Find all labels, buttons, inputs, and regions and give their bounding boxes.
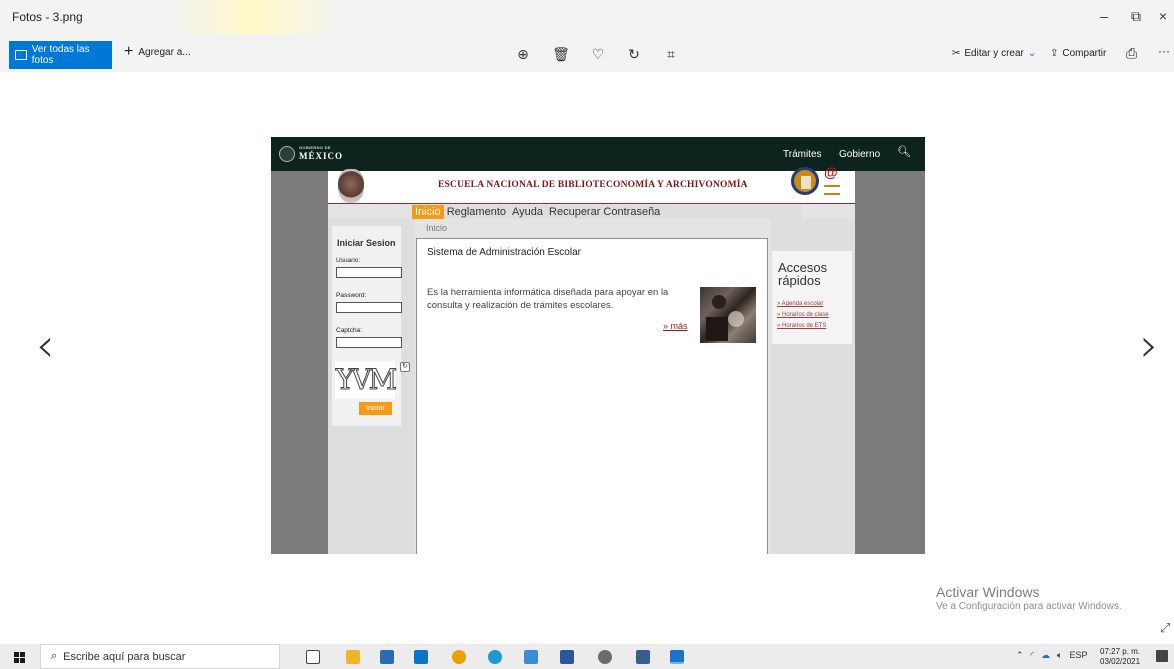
cloud-icon[interactable]: ☁ <box>1041 650 1050 661</box>
gov-gobierno-link[interactable]: Gobierno <box>839 149 880 160</box>
plus-icon: + <box>124 43 134 60</box>
menu-item-reglamento[interactable]: Reglamento <box>444 205 509 219</box>
chevron-down-icon: ⌄ <box>1027 48 1037 59</box>
main-title: Sistema de Administración Escolar <box>427 247 581 258</box>
previous-arrow-icon[interactable]: ‹ <box>36 318 54 372</box>
breadcrumb: Inicio <box>426 223 448 233</box>
share-button[interactable]: ⇪ Compartir <box>1050 48 1106 59</box>
agenda-link[interactable]: » Agenda escolar <box>777 301 823 307</box>
photos-icon <box>15 50 27 60</box>
next-arrow-icon[interactable]: › <box>1140 318 1158 372</box>
enba-logo-icon <box>791 167 819 195</box>
photo-content: GOBIERNO DE MÉXICO Trámites Gobierno 🔍︎ … <box>271 137 925 554</box>
at-logo-icon: @ <box>824 164 838 180</box>
windows-start-icon[interactable] <box>14 652 26 663</box>
search-icon: ⌕ <box>51 650 58 662</box>
activate-windows-subtitle: Ve a Configuración para activar Windows. <box>936 601 1122 612</box>
paint-icon[interactable] <box>598 650 612 664</box>
edge-icon[interactable] <box>488 650 502 664</box>
password-input[interactable] <box>336 302 402 313</box>
students-photo <box>700 287 756 343</box>
photos-app-icon[interactable] <box>670 650 684 664</box>
gov-seal-icon <box>279 146 295 162</box>
all-photos-label: Ver todas las fotos <box>31 44 90 66</box>
school-site: ESCUELA NACIONAL DE BIBLIOTECONOMÍA Y AR… <box>328 164 855 554</box>
captcha-image: YVM <box>335 361 398 399</box>
taskbar-search[interactable]: ⌕ Escribe aquí para buscar <box>40 644 280 669</box>
store-icon[interactable] <box>380 650 394 664</box>
title-glow <box>170 0 340 34</box>
menu-item-ayuda[interactable]: Ayuda <box>509 205 546 219</box>
zoom-in-icon[interactable]: ⊕ <box>514 46 532 63</box>
login-button[interactable]: Iniciar <box>359 402 392 415</box>
scissors-icon: ✂ <box>952 48 961 59</box>
share-icon: ⇪ <box>1050 48 1059 59</box>
user-label: Usuario: <box>336 257 361 264</box>
expand-icon[interactable]: ⤢ <box>1160 620 1170 636</box>
task-view-icon[interactable] <box>306 650 320 664</box>
clock[interactable]: 07:27 p. m. 03/02/2021 <box>1100 647 1140 667</box>
window-title: Fotos - 3.png <box>12 10 83 24</box>
delete-icon[interactable]: 🗑 <box>552 46 570 63</box>
wifi-icon[interactable]: ◜ <box>1031 650 1035 661</box>
file-explorer-icon[interactable] <box>346 650 360 664</box>
edit-create-label: Editar y crear <box>964 48 1024 59</box>
more-link[interactable]: » más <box>663 321 688 331</box>
language-label[interactable]: ESP <box>1069 650 1087 661</box>
password-label: Password: <box>336 292 367 299</box>
main-panel: Sistema de Administración Escolar Es la … <box>416 238 768 554</box>
quick-access-title: Accesos rápidos <box>778 260 828 288</box>
app-icon[interactable] <box>524 650 538 664</box>
class-schedule-link[interactable]: » Horarios de clase <box>777 312 829 318</box>
taskbar-search-placeholder: Escribe aquí para buscar <box>63 650 186 663</box>
volume-icon[interactable]: 🔈︎ <box>1057 650 1062 661</box>
menu-item-inicio[interactable]: Inicio <box>412 205 444 219</box>
mail-icon[interactable] <box>414 650 428 664</box>
main-description: Es la herramienta informática diseñada p… <box>427 287 669 311</box>
rotate-icon[interactable]: ↻ <box>625 46 643 63</box>
login-title: Iniciar Sesion <box>337 238 396 248</box>
edit-create-button[interactable]: ✂ Editar y crear ⌄ <box>952 48 1036 59</box>
menu-item-recuperar[interactable]: Recuperar Contraseña <box>546 205 663 219</box>
maximize-button[interactable]: ⧉ <box>1126 8 1146 25</box>
captcha-input[interactable] <box>336 337 402 348</box>
user-input[interactable] <box>336 267 402 278</box>
share-label: Compartir <box>1062 48 1107 59</box>
activate-windows-title: Activar Windows <box>936 584 1040 600</box>
minimize-button[interactable]: – <box>1094 8 1114 24</box>
notifications-icon[interactable] <box>1156 650 1168 662</box>
gov-small-label: GOBIERNO DE <box>299 145 331 150</box>
login-panel: Iniciar Sesion Usuario: Password: Captch… <box>332 226 410 426</box>
calculator-icon[interactable] <box>636 650 650 664</box>
word-icon[interactable] <box>560 650 574 664</box>
search-icon[interactable]: 🔍︎ <box>897 145 911 158</box>
ets-schedule-link[interactable]: » Horarios de ETS <box>777 323 826 329</box>
add-to-button[interactable]: + Agregar a... <box>124 43 191 60</box>
quick-access-panel: Accesos rápidos » Agenda escolar » Horar… <box>772 251 852 344</box>
heart-icon[interactable]: ♡ <box>589 46 607 63</box>
all-photos-button[interactable]: Ver todas las fotos <box>9 41 112 69</box>
refresh-icon[interactable]: ↻ <box>400 362 410 372</box>
crop-icon[interactable]: ⌗ <box>662 46 680 63</box>
captcha-label: Captcha: <box>336 327 363 334</box>
chevron-up-icon[interactable]: ⌃ <box>1016 650 1024 661</box>
add-to-label: Agregar a... <box>138 46 191 58</box>
gov-tramites-link[interactable]: Trámites <box>783 149 822 160</box>
close-button[interactable]: × <box>1153 8 1173 24</box>
school-banner: ESCUELA NACIONAL DE BIBLIOTECONOMÍA Y AR… <box>328 164 855 204</box>
print-icon[interactable]: ⎙ <box>1126 45 1137 62</box>
school-name: ESCUELA NACIONAL DE BIBLIOTECONOMÍA Y AR… <box>438 180 748 190</box>
more-icon[interactable]: ··· <box>1158 44 1170 58</box>
gov-mexico-label: MÉXICO <box>299 151 343 161</box>
clock-time: 07:27 p. m. <box>1100 647 1141 656</box>
at-logo-bars <box>824 185 840 195</box>
system-tray: ⌃ ◜ ☁ 🔈︎ ESP <box>1016 650 1087 661</box>
clock-date: 03/02/2021 <box>1100 657 1141 666</box>
ipn-logo-icon <box>338 169 364 203</box>
title-bar <box>0 0 1174 34</box>
chrome-icon[interactable] <box>452 650 466 664</box>
school-menu: Inicio Reglamento Ayuda Recuperar Contra… <box>412 205 802 219</box>
